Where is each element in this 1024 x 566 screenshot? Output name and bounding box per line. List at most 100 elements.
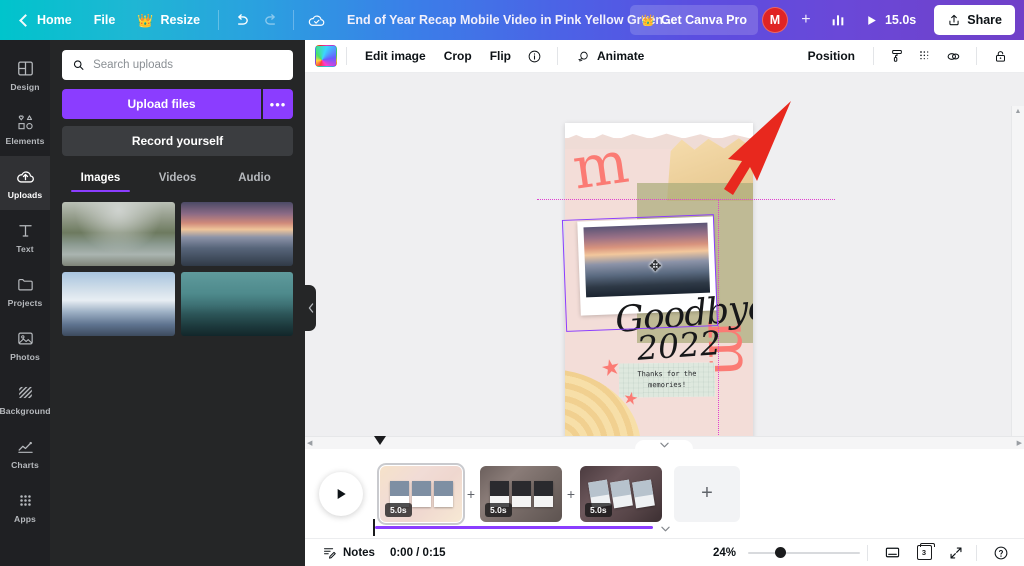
edit-image-button[interactable]: Edit image <box>356 43 435 69</box>
sidebar-item-uploads[interactable]: Uploads <box>0 156 50 210</box>
search-icon <box>73 60 84 70</box>
crop-button[interactable]: Crop <box>435 43 481 69</box>
add-page-button[interactable]: + <box>674 465 740 522</box>
avatar[interactable]: M <box>761 7 788 33</box>
help-circle-icon <box>994 546 1008 559</box>
tab-label: Audio <box>238 172 271 184</box>
upload-thumbnail-misty-river-forest[interactable] <box>62 202 175 266</box>
flip-button[interactable]: Flip <box>481 43 520 69</box>
presenter-view-button[interactable] <box>879 542 905 564</box>
chevron-left-icon <box>308 303 313 313</box>
tab-images[interactable]: Images <box>62 166 139 192</box>
sidebar-item-label: Charts <box>11 460 39 470</box>
play-icon <box>868 15 876 25</box>
upload-files-button[interactable]: Upload files <box>62 89 261 119</box>
upload-thumbnail-sunset-mountain-lake[interactable] <box>180 202 293 266</box>
upload-more-button[interactable]: ••• <box>263 89 293 119</box>
sidebar-item-charts[interactable]: Charts <box>0 426 50 480</box>
sidebar-item-label: Background <box>0 406 51 416</box>
timeline-scene-2[interactable]: 5.0s <box>480 465 562 522</box>
resize-label: Resize <box>160 13 201 27</box>
undo-button[interactable] <box>226 5 256 35</box>
upload-actions-row: Upload files ••• <box>62 89 293 119</box>
timeline-scene-1[interactable]: 5.0s <box>377 462 465 525</box>
fullscreen-button[interactable] <box>943 542 969 564</box>
upload-thumbnail-teal-twilight-mountains[interactable] <box>180 272 293 336</box>
note-line-2: memories! <box>648 380 687 390</box>
sidebar-item-apps[interactable]: Apps <box>0 480 50 534</box>
undo-icon <box>237 13 248 25</box>
zoom-slider-knob[interactable] <box>775 547 786 558</box>
panel-collapse-handle[interactable] <box>305 285 316 331</box>
status-bar: Notes 0:00 / 0:15 24% 3 <box>305 538 1024 566</box>
sidebar-item-text[interactable]: Text <box>0 210 50 264</box>
pages-view-button[interactable]: 3 <box>911 542 937 564</box>
help-button[interactable] <box>988 542 1014 564</box>
tab-audio[interactable]: Audio <box>216 166 293 192</box>
timeline-expand-button[interactable] <box>657 522 673 536</box>
record-yourself-button[interactable]: Record yourself <box>62 126 293 156</box>
canvas-vertical-scrollbar[interactable]: ▲ ▼ <box>1011 106 1024 477</box>
sidebar-item-design[interactable]: Design <box>0 48 50 102</box>
insights-button[interactable] <box>823 5 853 35</box>
sidebar-item-photos[interactable]: Photos <box>0 318 50 372</box>
add-scene-after-2-button[interactable]: + <box>562 486 580 502</box>
resize-button[interactable]: 👑 Resize <box>126 5 211 35</box>
sidebar-item-elements[interactable]: Elements <box>0 102 50 156</box>
uploads-thumbnail-grid <box>62 202 293 336</box>
zoom-level-label[interactable]: 24% <box>713 547 736 559</box>
canva-editor-window: Home File 👑 Resize End of Year Recap Mob… <box>0 0 1024 566</box>
timeline-scenes: 5.0s + 5.0s + 5.0s + <box>374 435 740 525</box>
lock-icon <box>995 50 1005 62</box>
canvas-area[interactable]: m m Goodbye, 2022 Thanks for the memorie… <box>305 73 1024 477</box>
grid-dots-icon <box>16 490 35 511</box>
avatar-initial: M <box>769 13 781 27</box>
position-button[interactable]: Position <box>799 43 864 69</box>
play-button[interactable] <box>319 471 363 516</box>
page-heading-year[interactable]: 2022 <box>636 323 723 368</box>
duration-button[interactable]: 15.0s <box>857 5 926 35</box>
get-canva-pro-button[interactable]: 👑 Get Canva Pro <box>630 5 758 35</box>
page-star-large-icon: ★ <box>598 353 624 382</box>
upload-thumbnail-snow-capped-peaks[interactable] <box>62 272 175 336</box>
file-menu-button[interactable]: File <box>83 5 127 35</box>
status-bar-right: 24% 3 <box>713 542 1014 564</box>
hatch-pattern-icon <box>16 382 35 403</box>
timeline-collapse-button[interactable] <box>635 440 693 457</box>
timeline-playhead[interactable] <box>374 435 386 445</box>
duplicate-button[interactable] <box>939 43 967 69</box>
zoom-slider[interactable] <box>748 546 860 560</box>
tab-videos[interactable]: Videos <box>139 166 216 192</box>
toolbar-divider-3 <box>873 47 874 65</box>
notes-button[interactable]: Notes <box>315 542 382 564</box>
lock-button[interactable] <box>986 43 1014 69</box>
timeline-progress-bar[interactable] <box>373 519 653 536</box>
duplicate-link-icon <box>947 52 959 60</box>
sidebar-item-label: Design <box>10 82 40 92</box>
triangle-up-icon[interactable]: ▲ <box>1015 108 1022 115</box>
animate-button[interactable]: Animate <box>567 43 653 69</box>
image-info-button[interactable] <box>520 43 548 69</box>
invite-members-button[interactable]: + <box>793 7 819 33</box>
shapes-icon <box>16 112 35 133</box>
sidebar-item-background[interactable]: Background <box>0 372 50 426</box>
timeline-bar: 5.0s + 5.0s + 5.0s + <box>305 435 1024 538</box>
transparency-button[interactable] <box>911 43 939 69</box>
redo-button[interactable] <box>256 5 286 35</box>
triangle-right-icon[interactable]: ▶ <box>1017 439 1022 447</box>
home-button[interactable]: Home <box>10 5 83 35</box>
image-color-swatch[interactable] <box>315 45 337 67</box>
paint-roller-button[interactable] <box>883 43 911 69</box>
triangle-left-icon[interactable]: ◀ <box>307 439 312 447</box>
timeline-scene-3[interactable]: 5.0s <box>580 465 662 522</box>
search-input[interactable] <box>85 59 283 71</box>
share-button[interactable]: Share <box>934 5 1015 35</box>
plus-icon: + <box>566 485 576 502</box>
add-scene-after-1-button[interactable]: + <box>462 486 480 502</box>
saved-status-button[interactable] <box>301 5 331 35</box>
search-uploads-field[interactable] <box>62 50 293 80</box>
bar-chart-icon <box>832 15 844 26</box>
sidebar-item-projects[interactable]: Projects <box>0 264 50 318</box>
move-cursor-icon: ✥ <box>649 258 662 275</box>
pages-icon: 3 <box>916 543 935 560</box>
